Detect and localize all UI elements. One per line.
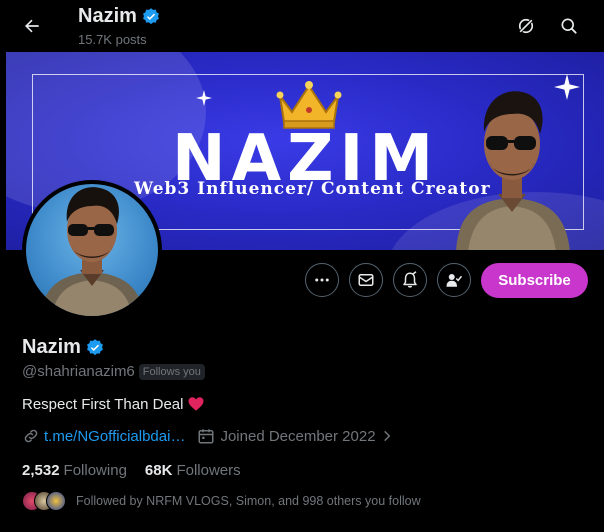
profile-link[interactable]: t.me/NGofficialbdai… xyxy=(44,428,185,445)
follower-avatar xyxy=(46,491,66,511)
handle-row: @shahrianazim6 Follows you xyxy=(22,363,205,380)
grok-button[interactable] xyxy=(510,10,542,42)
verified-badge-icon[interactable] xyxy=(85,338,105,358)
profile-meta: t.me/NGofficialbdai… Joined December 202… xyxy=(22,427,394,445)
followers-link[interactable]: 68K Followers xyxy=(145,462,241,479)
bio-text: Respect First Than Deal xyxy=(22,395,184,413)
calendar-icon xyxy=(198,429,214,444)
avatar-image xyxy=(26,184,158,316)
banner-portrait xyxy=(456,91,570,250)
profile-bio: Respect First Than Deal xyxy=(22,395,205,413)
subscribe-button[interactable]: Subscribe xyxy=(481,263,588,298)
heart-icon xyxy=(188,397,204,411)
follows-you-badge: Follows you xyxy=(138,363,205,380)
posts-count: 15.7K posts xyxy=(78,32,147,47)
back-arrow-icon xyxy=(25,19,39,33)
notifications-button[interactable] xyxy=(393,263,427,297)
followed-by-text: Followed by NRFM VLOGS, Simon, and 998 o… xyxy=(76,494,421,508)
chevron-right-icon[interactable] xyxy=(380,429,394,443)
top-bar: Nazim 15.7K posts xyxy=(0,0,604,52)
profile-name: Nazim xyxy=(22,336,81,358)
search-icon xyxy=(561,18,577,34)
profile-handle: @shahrianazim6 xyxy=(22,363,135,380)
joined-date: Joined December 2022 xyxy=(220,427,376,445)
followers-count: 68K xyxy=(144,462,173,479)
following-label: Following xyxy=(63,462,127,479)
profile-avatar[interactable] xyxy=(22,180,162,320)
link-icon xyxy=(24,429,38,443)
following-link[interactable]: 2,532 Following xyxy=(22,462,127,479)
following-button[interactable] xyxy=(437,263,471,297)
header-title: Nazim xyxy=(78,5,161,28)
banner-subtitle: Web3 Influencer/ Content Creator xyxy=(134,179,491,199)
search-button[interactable] xyxy=(553,10,585,42)
verified-badge-icon xyxy=(142,7,159,24)
message-button[interactable] xyxy=(349,263,383,297)
notification-bell-icon xyxy=(403,271,417,288)
profile-name-row: Nazim xyxy=(22,336,105,359)
following-icon xyxy=(446,274,463,287)
sparkle-icon xyxy=(196,90,212,106)
back-button[interactable] xyxy=(16,10,48,42)
header-name: Nazim xyxy=(78,5,137,27)
more-button[interactable] xyxy=(305,263,339,297)
following-count: 2,532 xyxy=(22,462,60,479)
more-icon xyxy=(315,278,329,282)
follow-counts: 2,532 Following 68K Followers xyxy=(22,462,241,479)
followed-by-row[interactable]: Followed by NRFM VLOGS, Simon, and 998 o… xyxy=(22,491,421,511)
grok-icon xyxy=(518,18,534,34)
message-icon xyxy=(358,274,374,286)
followers-label: Followers xyxy=(176,462,241,479)
